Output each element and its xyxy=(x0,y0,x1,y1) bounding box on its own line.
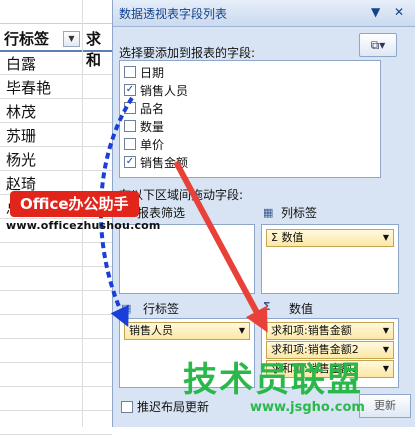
jsgho-brand-logo: 技术员联盟 xyxy=(183,360,363,400)
jsgho-brand-url: www.jsgho.com xyxy=(250,400,365,415)
office-assistant-logo: Office办公助手 xyxy=(10,191,139,217)
red-arrow xyxy=(173,160,268,333)
office-assistant-url: www.officezhushou.com xyxy=(6,219,161,232)
